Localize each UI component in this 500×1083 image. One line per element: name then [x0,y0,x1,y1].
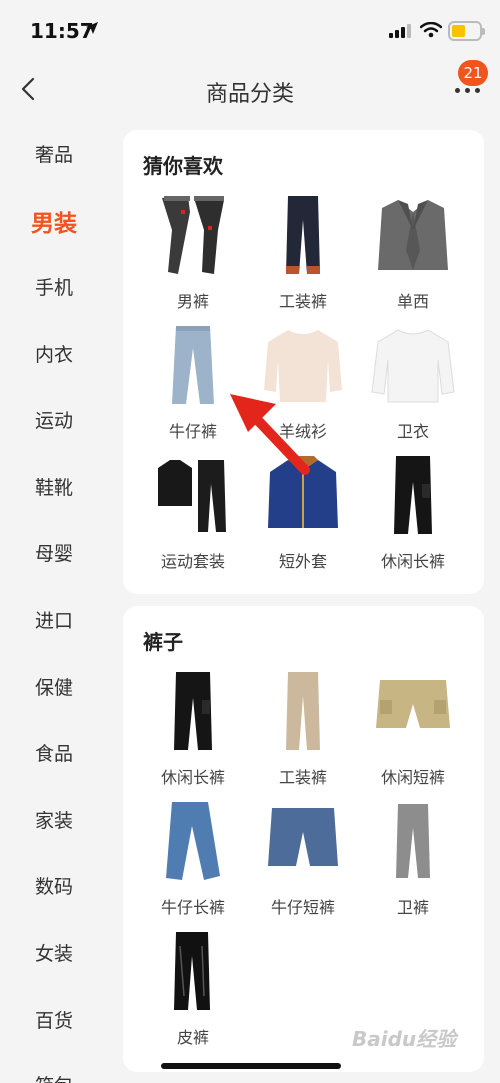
casual-pants-image [394,456,432,534]
category-tile-sweatpants[interactable]: 卫裤 [358,796,468,918]
section-title: 猜你喜欢 [143,154,223,178]
page-title: 商品分类 [205,82,294,107]
sidebar-item[interactable]: 运动 [0,406,108,433]
category-tile-cashmere[interactable]: 羊绒衫 [248,320,358,442]
cargo-pants-image [286,672,320,750]
battery-icon [448,21,485,41]
leather-pants-image [174,932,210,1010]
cargo-pants-image [286,196,320,274]
category-label: 牛仔裤 [168,422,217,441]
category-sidebar: 奢品 男装 手机 内衣 运动 鞋靴 母婴 进口 保健 食品 家装 数码 女装 百… [0,118,108,1083]
category-tile-casual-shorts[interactable]: 休闲短裤 [358,666,468,788]
category-label: 卫裤 [396,898,429,917]
category-label: 单西 [396,292,429,311]
casual-shorts-image [376,680,450,728]
category-tile-jeans[interactable]: 牛仔裤 [138,320,248,442]
category-tile-mens-pants[interactable]: 男裤 [138,190,248,312]
sidebar-item[interactable]: 百货 [0,1006,108,1033]
sidebar-item[interactable]: 家装 [0,806,108,833]
category-label: 休闲长裤 [160,768,225,787]
sidebar-item[interactable]: 女装 [0,939,108,966]
sidebar-item[interactable]: 母婴 [0,539,108,566]
status-bar: 11:57 [0,0,500,60]
section-title: 裤子 [143,630,183,654]
category-label: 工装裤 [278,768,327,787]
sidebar-item[interactable]: 保健 [0,673,108,700]
tracksuit-image [158,460,226,532]
category-label: 羊绒衫 [278,422,327,441]
category-tile-casual-pants[interactable]: 休闲长裤 [358,450,468,572]
category-tile-leather-pants[interactable]: 皮裤 [138,926,248,1048]
mens-pants-image [162,196,224,274]
category-tile-cargo-pants[interactable]: 工装裤 [248,190,358,312]
sidebar-item[interactable]: 数码 [0,872,108,899]
category-tile-long-jeans[interactable]: 牛仔长裤 [138,796,248,918]
casual-pants-image [174,672,212,750]
sidebar-item[interactable]: 鞋靴 [0,473,108,500]
sidebar-item[interactable]: 箱包 [0,1071,108,1083]
sidebar-item[interactable]: 手机 [0,273,108,300]
category-tile-cargo-pants[interactable]: 工装裤 [248,666,358,788]
category-tile-tracksuit[interactable]: 运动套装 [138,450,248,572]
guess-you-like-card: 猜你喜欢 男裤 工装裤 单西 牛仔裤 羊绒衫 卫衣 运动套装 短外套 休闲长裤 [123,130,484,594]
category-label: 卫衣 [396,422,429,441]
category-tile-sweatshirt[interactable]: 卫衣 [358,320,468,442]
category-tile-casual-pants[interactable]: 休闲长裤 [138,666,248,788]
category-label: 运动套装 [160,552,225,571]
wifi-icon [420,22,442,38]
location-arrow-icon [86,22,98,34]
sidebar-item-active[interactable]: 男装 [0,204,108,238]
sweatshirt-image [371,329,455,403]
category-tile-blazer[interactable]: 单西 [358,190,468,312]
category-label: 工装裤 [278,292,327,311]
nav-bar: 商品分类 [0,60,500,118]
category-tile-denim-jacket[interactable]: 短外套 [248,450,358,572]
category-label: 皮裤 [176,1028,209,1047]
sidebar-item[interactable]: 奢品 [0,140,108,167]
watermark: Baidu经验 [352,1027,457,1051]
denim-jacket-image [268,456,338,528]
category-label: 休闲长裤 [380,552,445,571]
pants-card: 裤子 休闲长裤 工装裤 休闲短裤 牛仔长裤 牛仔短裤 卫裤 皮裤 [123,606,484,1072]
sweatpants-image [396,804,430,878]
sidebar-item[interactable]: 进口 [0,606,108,633]
sidebar-item[interactable]: 内衣 [0,340,108,367]
denim-shorts-image [268,808,338,866]
category-tile-denim-shorts[interactable]: 牛仔短裤 [248,796,358,918]
cellular-signal-icon [389,24,411,38]
sidebar-item[interactable]: 食品 [0,739,108,766]
category-label: 牛仔长裤 [160,898,225,917]
blazer-image [378,200,448,270]
category-label: 短外套 [278,552,327,571]
cashmere-sweater-image [264,330,342,402]
category-label: 牛仔短裤 [270,898,335,917]
category-label: 休闲短裤 [380,768,445,787]
notification-badge: 21 [458,60,488,86]
long-jeans-image [166,802,220,880]
home-indicator[interactable] [161,1063,341,1069]
jeans-image [172,326,214,404]
category-label: 男裤 [176,292,209,311]
